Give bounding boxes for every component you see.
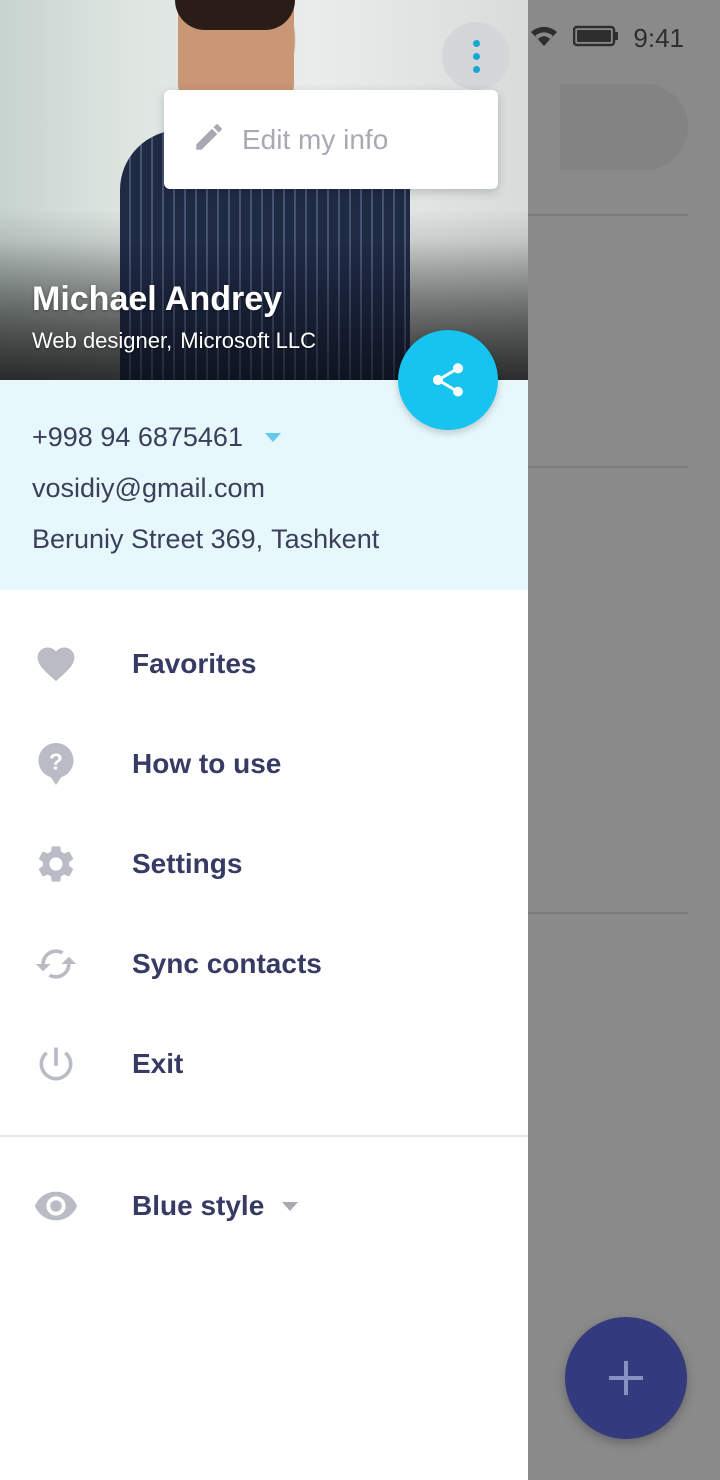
gear-icon	[28, 836, 84, 892]
menu-label-settings: Settings	[132, 848, 243, 879]
background-divider	[528, 466, 688, 468]
profile-job-title: Web designer,	[32, 328, 173, 353]
share-button[interactable]	[398, 330, 498, 430]
menu-label-favorites: Favorites	[132, 648, 257, 679]
heart-icon	[28, 636, 84, 692]
help-icon: ?	[28, 736, 84, 792]
profile-name: Michael Andrey	[32, 280, 283, 318]
edit-info-label: Edit my info	[242, 123, 389, 155]
background-divider	[528, 912, 688, 914]
menu-item-settings[interactable]: Settings	[0, 814, 528, 914]
background-divider	[528, 214, 688, 216]
share-icon	[432, 363, 464, 397]
background-search-bar	[560, 84, 688, 170]
profile-job: Web designer, Microsoft LLC	[32, 328, 316, 354]
menu-item-exit[interactable]: Exit	[0, 1014, 528, 1114]
plus-icon	[609, 1361, 643, 1395]
more-vert-icon	[472, 39, 480, 73]
wifi-icon	[529, 24, 559, 53]
menu-label-how-to-use: How to use	[132, 748, 282, 779]
overflow-menu-item-edit-info[interactable]: Edit my info	[164, 90, 498, 189]
drawer-menu: Favorites ? How to use Settings Sync con…	[0, 614, 528, 1114]
contact-phone: +998 94 6875461	[32, 422, 243, 452]
menu-item-how-to-use[interactable]: ? How to use	[0, 714, 528, 814]
contact-address: Beruniy Street 369, Tashkent	[32, 514, 528, 565]
add-contact-button[interactable]	[565, 1317, 687, 1439]
style-selector[interactable]: Blue style	[0, 1156, 528, 1256]
style-label: Blue style	[132, 1190, 265, 1221]
menu-item-sync-contacts[interactable]: Sync contacts	[0, 914, 528, 1014]
sync-icon	[28, 936, 84, 992]
more-options-button[interactable]	[442, 22, 510, 90]
contact-city: Tashkent	[271, 524, 380, 554]
chevron-down-icon	[282, 1201, 299, 1211]
menu-item-favorites[interactable]: Favorites	[0, 614, 528, 714]
contact-street: Beruniy Street 369,	[32, 524, 264, 554]
navigation-drawer: Michael Andrey Web designer, Microsoft L…	[0, 0, 528, 1480]
power-icon	[28, 1036, 84, 1092]
eye-icon	[28, 1178, 84, 1234]
svg-text:?: ?	[49, 748, 63, 774]
battery-icon	[573, 25, 619, 52]
menu-divider	[0, 1135, 528, 1137]
menu-label-exit: Exit	[132, 1048, 184, 1079]
status-time: 9:41	[633, 22, 684, 53]
status-bar: 9:41	[520, 0, 720, 76]
pencil-icon	[192, 120, 226, 159]
contact-email: vosidiy@gmail.com	[32, 473, 265, 503]
profile-company: Microsoft LLC	[180, 328, 316, 353]
chevron-down-icon	[264, 433, 281, 442]
profile-photo-hair	[175, 0, 295, 30]
menu-label-sync-contacts: Sync contacts	[132, 948, 322, 979]
